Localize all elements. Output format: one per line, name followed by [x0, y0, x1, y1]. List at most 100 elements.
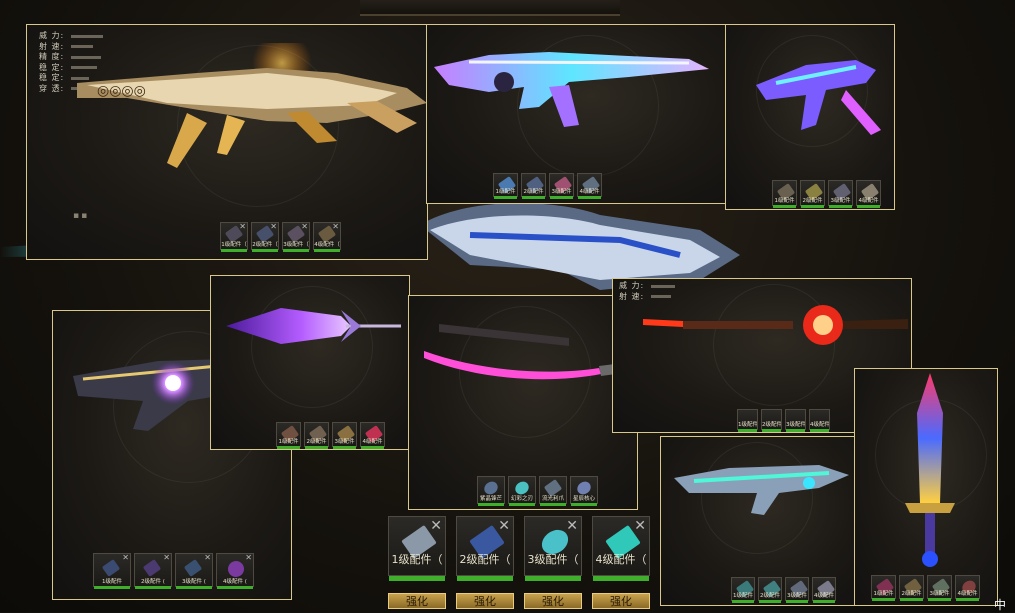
accessory-slot[interactable]: 1级配件 — [772, 180, 797, 208]
slot-label: 3级配件（ — [527, 553, 579, 566]
accessory-slot[interactable]: 紫晶锋芒 — [477, 476, 505, 506]
remove-icon[interactable]: ✕ — [245, 554, 252, 562]
accessory-slot[interactable]: 2级配件 — [800, 180, 825, 208]
accessory-slot[interactable]: 2级配件 — [899, 575, 924, 601]
slot-label: 3级配件 — [334, 439, 355, 445]
accessory-slots: ✕ 1级配件 ✕ 2级配件 ( ✕ 3级配件 ( ✕ 4级配件 ( — [93, 553, 254, 589]
enhance-button[interactable]: 强化 — [388, 593, 446, 609]
slot-label: 1级配件 — [102, 579, 122, 585]
slot-label: 星辰核心 — [572, 496, 595, 502]
stat-label: 精 度: — [39, 52, 65, 61]
slot-label: 2级配件（ — [252, 242, 278, 248]
slot-label: 4级配件 — [957, 591, 978, 597]
stat-label: 威 力: — [619, 281, 645, 290]
accessory-slot[interactable]: ✕ 1级配件 — [93, 553, 131, 589]
accessory-slot[interactable]: 2级配件 — [304, 422, 329, 449]
remove-icon[interactable]: ✕ — [566, 519, 578, 533]
slot-label: 流光利爪 — [541, 496, 564, 502]
remove-icon[interactable]: ✕ — [163, 554, 170, 562]
slot-label: 2级配件 — [306, 439, 327, 445]
accessory-slot[interactable]: ✕ 1级配件（ — [220, 222, 248, 252]
accessory-slots: 1级配件 2级配件 3级配件 4级配件 — [731, 577, 836, 603]
accessory-slot[interactable]: 4级配件 — [360, 422, 385, 449]
dragon-rifle-image: ◎◎◎◎ — [77, 43, 427, 168]
stat-label: 威 力: — [39, 31, 65, 40]
slot-label: 4级配件 — [814, 593, 834, 599]
weapon-panel-6[interactable]: 紫晶锋芒 幻彩之刃 流光利爪 星辰核心 — [408, 295, 638, 510]
slot-label: 1级配件 — [733, 593, 753, 599]
large-accessory-slots: ✕ 1级配件（ ✕ 2级配件（ ✕ 3级配件（ ✕ 4级配件（ — [388, 516, 650, 581]
slot-label: 3级配件 — [830, 198, 851, 204]
accessory-slot[interactable]: 幻彩之刃 — [508, 476, 536, 506]
slot-label: 4级配件（ — [595, 553, 647, 566]
weapon-panel-9[interactable]: 1级配件 2级配件 3级配件 4级配件 — [854, 368, 998, 606]
neon-pistol-image — [756, 60, 881, 135]
large-accessory-slot[interactable]: ✕ 4级配件（ — [592, 516, 650, 581]
accessory-slot[interactable]: ✕ 3级配件（ — [282, 222, 310, 252]
accessory-slot[interactable]: 3级配件 — [828, 180, 853, 208]
remove-icon[interactable]: ✕ — [301, 223, 308, 231]
crystal-rifle-image — [674, 465, 849, 515]
slot-label: 4级配件 — [810, 422, 829, 428]
accessory-slot[interactable]: 1级配件 — [493, 173, 518, 199]
weapon-panel-3[interactable]: 1级配件 2级配件 3级配件 4级配件 — [725, 24, 895, 210]
accessory-slots: 1级配件 2级配件 3级配件 4级配件 — [772, 180, 881, 208]
accessory-slot[interactable]: ✕ 4级配件（ — [313, 222, 341, 252]
top-trim — [360, 0, 620, 16]
accessory-slot[interactable]: ✕ 2级配件（ — [251, 222, 279, 252]
accessory-slot[interactable]: 星辰核心 — [570, 476, 598, 506]
accessory-slot[interactable]: 1级配件 — [276, 422, 301, 449]
stat-label: 射 速: — [39, 41, 65, 51]
accessory-slot[interactable]: 1级配件 — [871, 575, 896, 601]
accessory-slot[interactable]: 3级配件 — [332, 422, 357, 449]
accessory-slot[interactable]: ✕ 3级配件 ( — [175, 553, 213, 589]
large-accessory-slot[interactable]: ✕ 2级配件（ — [456, 516, 514, 581]
slot-label: 3级配件 — [551, 189, 572, 195]
accessory-slot[interactable]: ✕ 2级配件 ( — [134, 553, 172, 589]
accessory-slot[interactable]: 3级配件 — [927, 575, 952, 601]
accessory-slot[interactable]: 4级配件 — [856, 180, 881, 208]
remove-icon[interactable]: ✕ — [430, 519, 442, 533]
stat-label: 穿 透: — [39, 83, 65, 93]
weapon-panel-5[interactable]: 1级配件 2级配件 3级配件 4级配件 — [210, 275, 410, 450]
accessory-slot[interactable]: 1级配件 — [731, 577, 755, 603]
weapon-panel-8[interactable]: 1级配件 2级配件 3级配件 4级配件 — [660, 436, 856, 606]
large-accessory-slot[interactable]: ✕ 3级配件（ — [524, 516, 582, 581]
accessory-slot[interactable]: 2级配件 — [521, 173, 546, 199]
enhance-button[interactable]: 强化 — [456, 593, 514, 609]
accessory-slot[interactable]: 2级配件 — [761, 409, 782, 432]
accessory-slot[interactable]: 4级配件 — [809, 409, 830, 432]
accessory-slot[interactable]: 4级配件 — [577, 173, 602, 199]
accessory-slot[interactable]: 4级配件 — [812, 577, 836, 603]
remove-icon[interactable]: ✕ — [332, 223, 339, 231]
accessory-slot[interactable]: 3级配件 — [785, 409, 806, 432]
remove-icon[interactable]: ✕ — [204, 554, 211, 562]
slot-label: 2级配件 — [762, 422, 781, 428]
accessory-slot[interactable]: 1级配件 — [737, 409, 758, 432]
slot-label: 1级配件 — [873, 591, 894, 597]
accessory-slot[interactable]: 2级配件 — [758, 577, 782, 603]
stat-label: 射 速: — [619, 291, 645, 301]
accessory-slot[interactable]: 4级配件 — [955, 575, 980, 601]
slot-label: 幻彩之刃 — [510, 496, 533, 502]
weapon-panel-2[interactable]: 1级配件 2级配件 3级配件 4级配件 — [426, 24, 726, 204]
remove-icon[interactable]: ✕ — [498, 519, 510, 533]
page-dots: ▪▪ — [73, 211, 90, 221]
slot-label: 3级配件 — [929, 591, 950, 597]
enhance-button[interactable]: 强化 — [592, 593, 650, 609]
svg-text:◎◎◎◎: ◎◎◎◎ — [97, 83, 146, 99]
remove-icon[interactable]: ✕ — [270, 223, 277, 231]
fire-staff-image — [643, 305, 908, 345]
slot-label: 3级配件（ — [283, 242, 309, 248]
remove-icon[interactable]: ✕ — [122, 554, 129, 562]
slot-label: 4级配件（ — [314, 242, 340, 248]
remove-icon[interactable]: ✕ — [239, 223, 246, 231]
accessory-slot[interactable]: ✕ 4级配件 ( — [216, 553, 254, 589]
accessory-slot[interactable]: 流光利爪 — [539, 476, 567, 506]
weapon-panel-1[interactable]: 威 力: 射 速: 精 度: 稳 定: 稳 定: 穿 透: ◎◎◎◎ ▪▪ ✕ 1… — [26, 24, 428, 260]
accessory-slot[interactable]: 3级配件 — [549, 173, 574, 199]
accessory-slot[interactable]: 3级配件 — [785, 577, 809, 603]
enhance-button[interactable]: 强化 — [524, 593, 582, 609]
large-accessory-slot[interactable]: ✕ 1级配件（ — [388, 516, 446, 581]
remove-icon[interactable]: ✕ — [634, 519, 646, 533]
